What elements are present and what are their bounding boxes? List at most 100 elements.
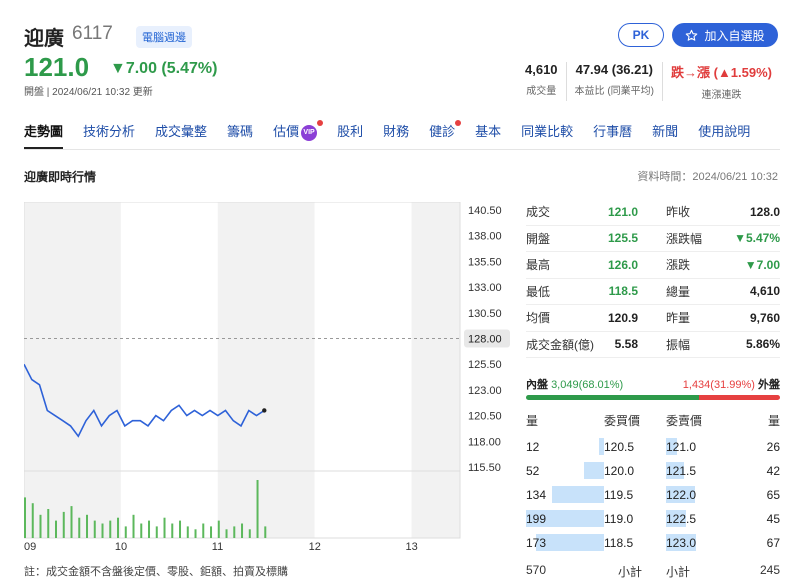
bid-depth-bar — [536, 534, 604, 551]
quote-value: 125.5 — [607, 231, 638, 246]
metric-label: 連漲連跌 — [701, 90, 742, 101]
bid-price: 118.5 — [604, 536, 634, 550]
tab-valuation[interactable]: 估價 VIP — [273, 120, 324, 149]
bid-price: 120.0 — [604, 464, 635, 478]
volume-bar — [132, 514, 135, 538]
metric-label: 成交量 — [526, 86, 557, 97]
quote-label: 最低 — [526, 284, 551, 299]
volume-bar — [86, 514, 89, 538]
volume-bar — [55, 520, 58, 538]
volume-bar — [31, 503, 34, 538]
tab-diagnosis[interactable]: 健診 — [429, 120, 462, 149]
current-price: 121.0 — [24, 52, 90, 82]
quote-row: 均價 120.9 昨量 9,760 — [526, 305, 780, 332]
volume-bar — [202, 523, 205, 538]
bid-qty: 173 — [526, 536, 547, 550]
volume-bar — [39, 514, 42, 538]
volume-bar — [47, 509, 50, 538]
stock-name: 迎廣 — [24, 28, 64, 50]
intraday-chart[interactable]: 140.50 138.00 135.50 133.00 130.50 125.50 123.… — [24, 202, 514, 557]
tab-dividend[interactable]: 股利 — [337, 120, 363, 149]
ask-qty: 65 — [766, 488, 780, 502]
bid-price-head: 委買價 — [604, 414, 641, 428]
volume-bar — [101, 523, 104, 538]
add-watchlist-button[interactable]: 加入自選股 — [672, 23, 778, 47]
metric-streak: 跌→漲 (▲1.59%) 連漲連跌 — [662, 62, 780, 101]
inner-value: 3,049(68.01%) — [551, 379, 624, 391]
volume-bar — [217, 520, 220, 538]
section-title: 迎廣即時行情 — [24, 170, 97, 184]
tab-calendar[interactable]: 行事曆 — [593, 120, 632, 149]
volume-bar — [171, 523, 174, 538]
ask-price: 121.0 — [666, 440, 697, 454]
y-tick-label: 120.50 — [468, 411, 502, 423]
quote-value: 118.5 — [608, 284, 638, 299]
header-metrics: 4,610 成交量 47.94 (36.21) 本益比 (同業平均) 跌→漲 (… — [517, 62, 780, 101]
tab-news[interactable]: 新聞 — [652, 120, 678, 149]
tab-peer[interactable]: 同業比較 — [521, 120, 573, 149]
time-column — [24, 202, 121, 538]
volume-bar — [194, 529, 197, 538]
tab-help[interactable]: 使用說明 — [698, 120, 750, 149]
volume-bar — [241, 523, 244, 538]
bid-qty: 12 — [526, 440, 540, 454]
y-tick-label: 135.50 — [468, 256, 502, 268]
tab-trades[interactable]: 成交彙整 — [155, 120, 207, 149]
volume-bar — [163, 517, 166, 538]
nav-tabs: 走勢圖 技術分析 成交彙整 籌碼 估價 VIP 股利 財務 健診 基本 同業比較 … — [24, 120, 780, 150]
book-row: 199 119.0 122.5 45 — [526, 507, 780, 531]
quote-row: 成交金額(億) 5.58 振幅 5.86% — [526, 332, 780, 358]
volume-bar — [62, 511, 65, 538]
last-price-dot — [262, 408, 267, 413]
tab-chart[interactable]: 走勢圖 — [24, 120, 64, 149]
pk-button[interactable]: PK — [618, 23, 664, 47]
ask-price: 122.0 — [666, 488, 697, 502]
outer-bar — [698, 395, 780, 400]
y-tick-label: 138.00 — [468, 231, 502, 243]
market-badge[interactable]: 電腦週邊 — [136, 26, 192, 48]
y-tick-label: 118.00 — [468, 436, 501, 448]
tab-diagnosis-label: 健診 — [429, 124, 456, 139]
metric-value: 4,610 — [525, 62, 558, 77]
ask-price: 121.5 — [666, 464, 697, 478]
x-tick-label: 11 — [211, 541, 224, 553]
book-row: 12 120.5 121.0 26 — [526, 435, 780, 459]
quote-row: 最低 118.5 總量 4,610 — [526, 279, 780, 305]
quote-value: 120.9 — [607, 310, 638, 325]
tab-technical[interactable]: 技術分析 — [83, 120, 135, 149]
volume-bar — [70, 506, 73, 538]
bid-qty-head: 量 — [526, 414, 539, 428]
metric-value: 跌→漲 (▲1.59%) — [671, 65, 772, 80]
ask-price: 122.5 — [666, 512, 697, 526]
volume-bar — [124, 526, 127, 538]
outer-value: 1,434(31.99%) — [682, 379, 755, 391]
tab-financial[interactable]: 財務 — [383, 120, 409, 149]
x-tick-label: 12 — [308, 541, 321, 553]
tab-basic[interactable]: 基本 — [475, 120, 501, 149]
outer-label: 外盤 — [758, 379, 780, 391]
vip-badge: VIP — [301, 124, 318, 141]
quote-table: 成交 121.0 昨收 128.0 開盤 125.5 漲跌幅 ▼5.47% 最高 126.0 漲跌 ▼… — [526, 199, 780, 358]
inner-volume: 內盤 3,049(68.01%) — [526, 376, 623, 392]
quote-label: 開盤 — [526, 231, 551, 246]
volume-bar — [179, 520, 182, 538]
y-tick-label: 140.50 — [468, 205, 502, 217]
stock-header: 迎廣 6117 電腦週邊 121.0 ▼7.00 (5.47%) 開盤 | 20… — [24, 20, 780, 101]
bidask-bar — [526, 395, 780, 400]
metric-pe: 47.94 (36.21) 本益比 (同業平均) — [565, 62, 662, 101]
quote-label: 成交 — [526, 205, 551, 220]
ask-qty: 67 — [766, 536, 780, 550]
footnote: 註：成交金額不含盤後定價、零股、鉅額、拍賣及標購 — [24, 566, 288, 578]
ask-total: 245 — [759, 563, 780, 577]
book-total: 570 小計 小計 245 — [526, 563, 780, 579]
y-tick-label: 133.00 — [468, 282, 502, 294]
metric-label: 本益比 (同業平均) — [574, 86, 654, 97]
volume-bar — [155, 526, 158, 538]
bid-price: 119.0 — [604, 512, 634, 526]
book-row: 52 120.0 121.5 42 — [526, 459, 780, 483]
x-tick-label: 13 — [405, 541, 418, 553]
tab-chips[interactable]: 籌碼 — [227, 120, 253, 149]
inner-label: 內盤 — [526, 379, 548, 391]
volume-bar — [109, 520, 112, 538]
stock-code: 6117 — [72, 23, 113, 44]
